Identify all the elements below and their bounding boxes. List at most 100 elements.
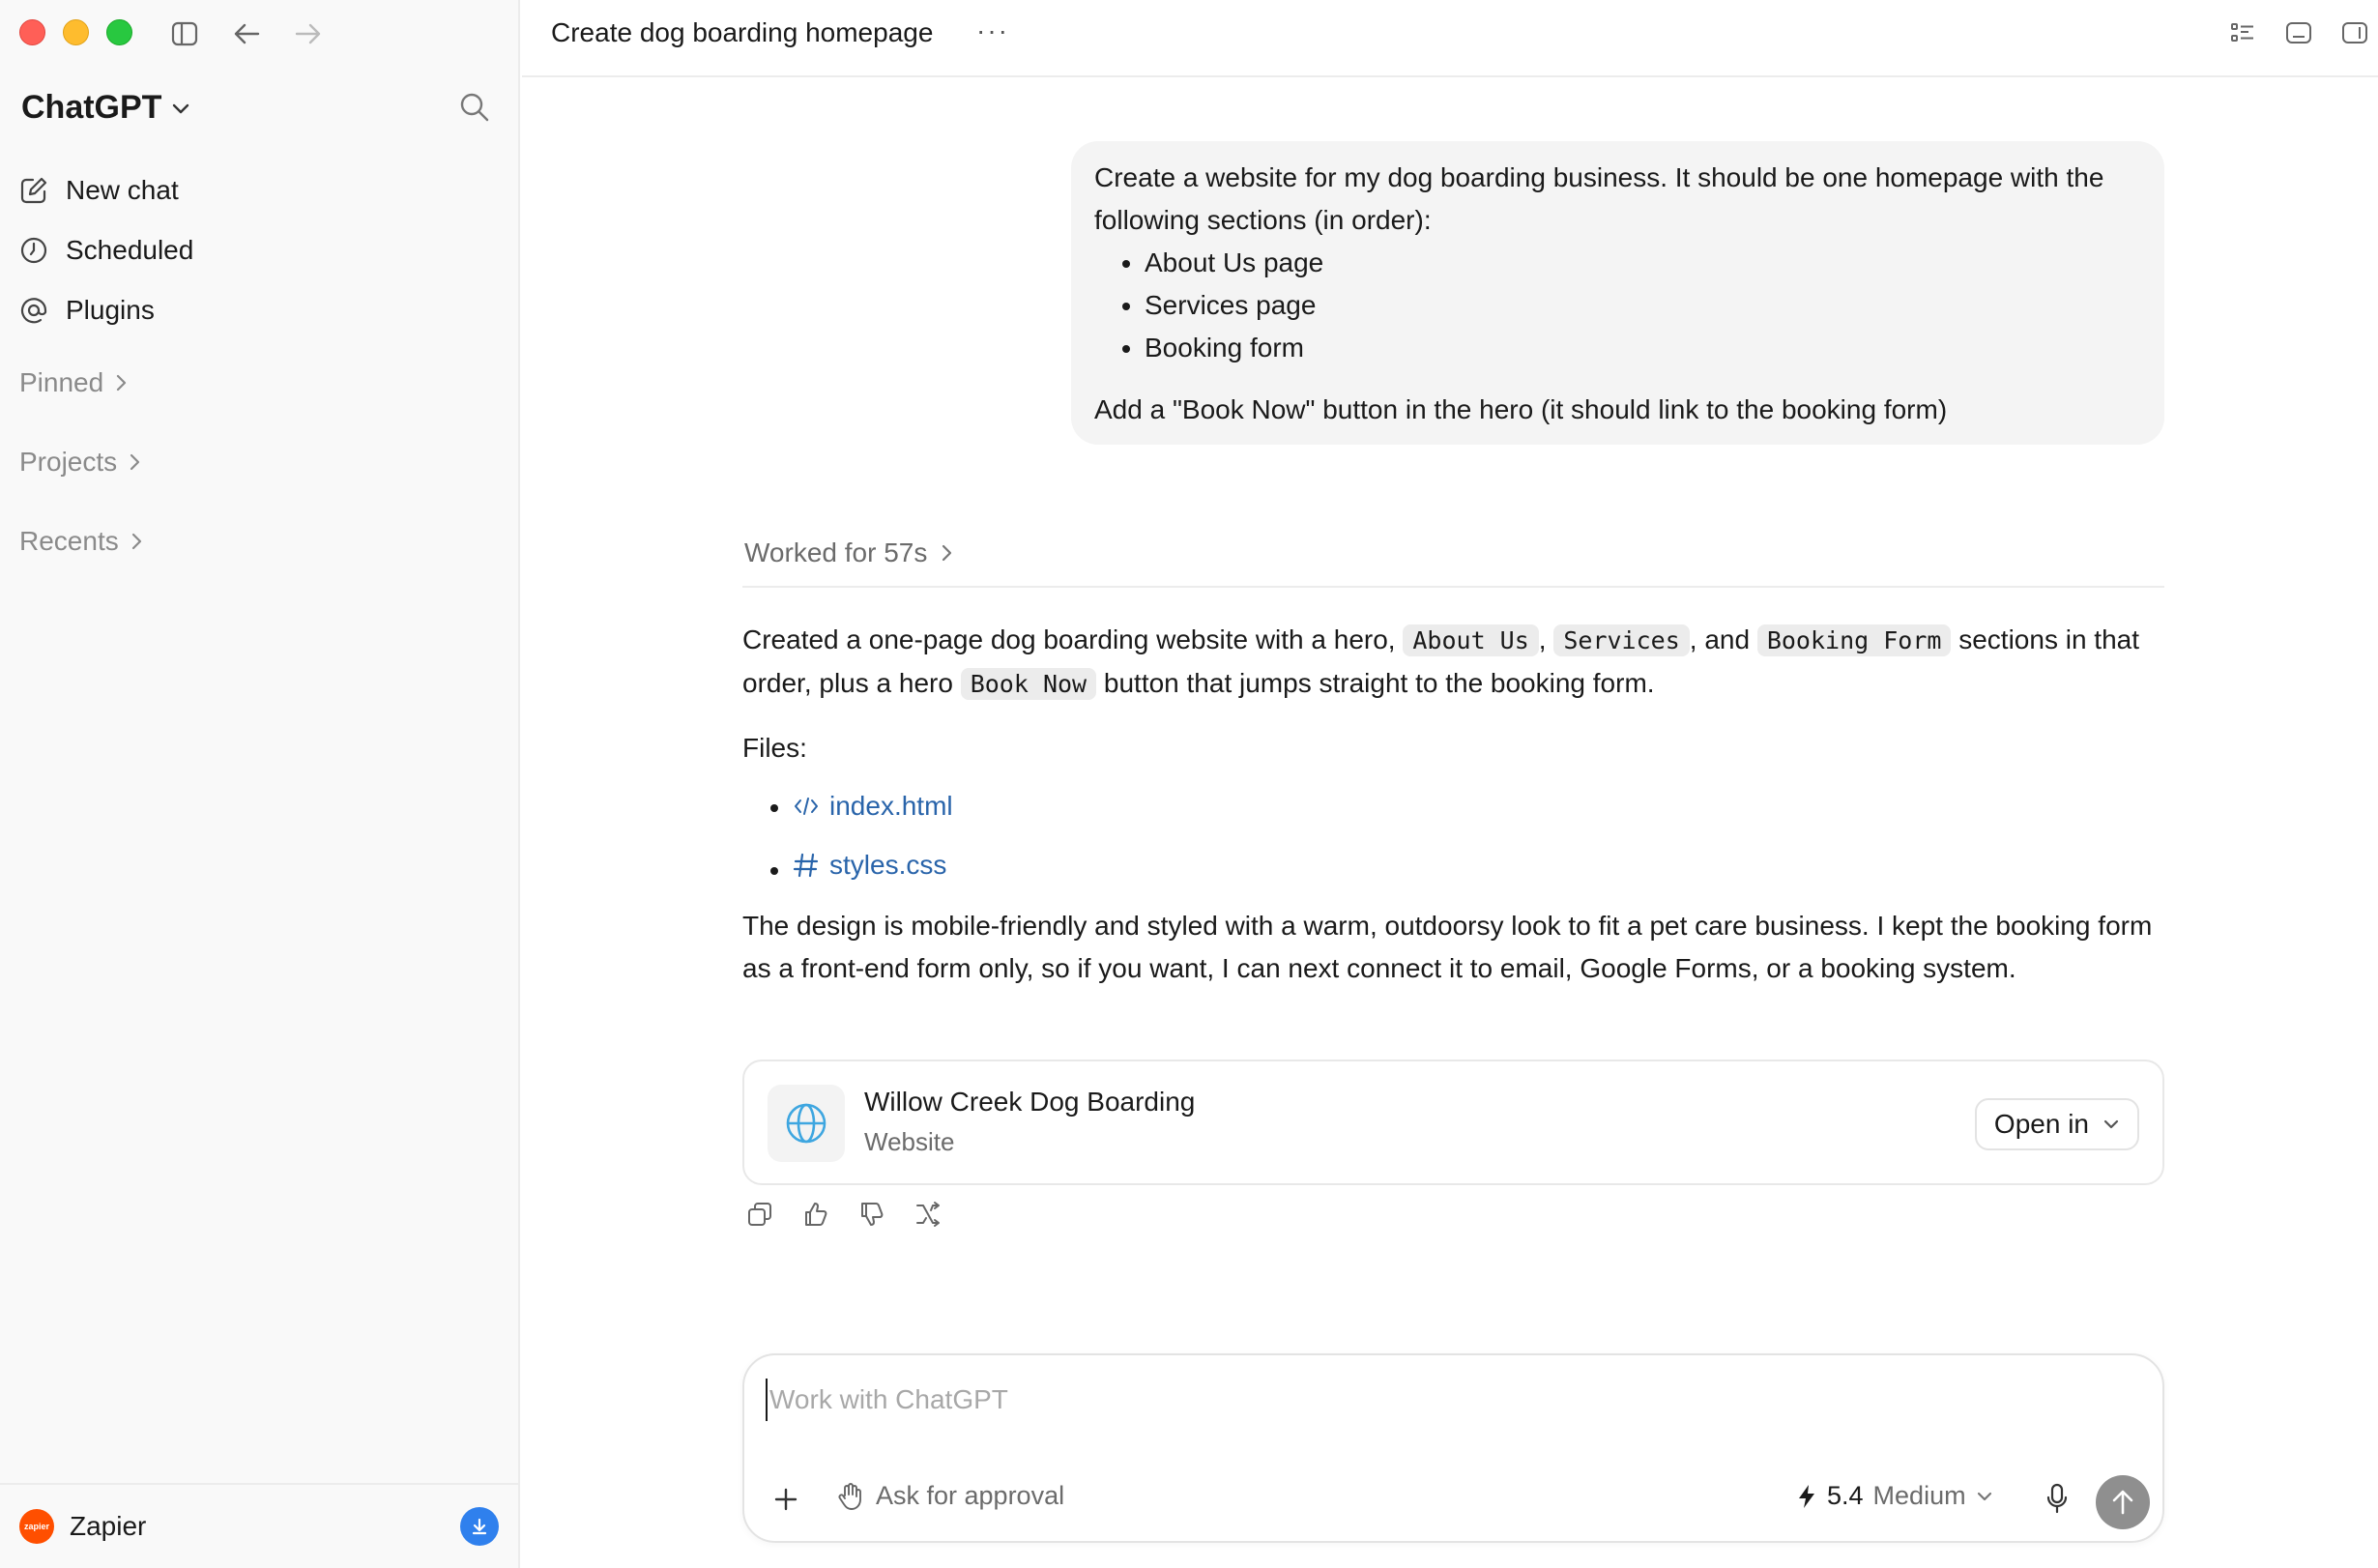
user-message-outro: Add a "Book Now" button in the hero (it …	[1094, 394, 1948, 424]
user-message-list: About Us page Services page Booking form	[1094, 242, 2141, 369]
sidebar-item-scheduled[interactable]: Scheduled	[19, 220, 503, 280]
list-item: About Us page	[1145, 242, 2141, 284]
hand-icon	[838, 1482, 861, 1510]
download-button[interactable]	[460, 1507, 499, 1546]
website-card[interactable]: Willow Creek Dog Boarding Website Open i…	[742, 1060, 2164, 1185]
globe-icon	[768, 1085, 845, 1162]
open-in-label: Open in	[1993, 1109, 2089, 1139]
plus-icon	[774, 1488, 798, 1511]
divider	[742, 586, 2164, 588]
text-span: , and	[1689, 624, 1757, 654]
share-button[interactable]	[913, 1199, 943, 1230]
thumbs-up-button[interactable]	[800, 1199, 831, 1230]
worked-label: Worked for 57s	[744, 537, 928, 567]
zapier-logo: zapier	[19, 1509, 54, 1544]
chevron-right-icon	[942, 544, 952, 562]
summary-paragraph: Created a one-page dog boarding website …	[742, 619, 2164, 706]
section-label: Pinned	[19, 367, 104, 397]
sidebar-item-label: Scheduled	[66, 235, 194, 265]
file-name: index.html	[829, 791, 953, 821]
sidebar: ChatGPT New chat Scheduled Plugins Pinne…	[0, 0, 520, 1568]
sidebar-item-label: Plugins	[66, 295, 155, 325]
design-paragraph: The design is mobile-friendly and styled…	[742, 911, 2153, 983]
list-item: Booking form	[1145, 327, 2141, 369]
more-options-button[interactable]: ···	[976, 15, 1009, 46]
add-attachment-button[interactable]	[769, 1483, 802, 1516]
workspace-footer: zapier Zapier	[0, 1483, 518, 1568]
list-item: index.html	[793, 785, 2164, 828]
chevron-down-icon	[2103, 1119, 2119, 1129]
approval-label: Ask for approval	[876, 1481, 1065, 1510]
thumbs-up-icon	[805, 1203, 827, 1226]
minimize-window-button[interactable]	[63, 19, 89, 45]
conversation-header: Create dog boarding homepage ···	[522, 0, 2378, 77]
section-projects[interactable]: Projects	[19, 447, 140, 478]
sidebar-item-label: New chat	[66, 175, 179, 205]
bottom-panel-icon[interactable]	[2285, 19, 2312, 46]
hash-icon	[793, 853, 819, 878]
zoom-window-button[interactable]	[106, 19, 132, 45]
toggle-sidebar-icon[interactable]	[168, 17, 201, 50]
forward-arrow-icon[interactable]	[292, 17, 325, 50]
share-icon	[916, 1202, 940, 1227]
files-label: Files:	[742, 733, 807, 763]
website-subtitle: Website	[864, 1127, 955, 1156]
checklist-icon[interactable]	[2229, 19, 2256, 46]
chevron-right-icon	[130, 453, 140, 471]
search-icon[interactable]	[458, 91, 493, 126]
inline-code: About Us	[1403, 624, 1539, 656]
section-label: Recents	[19, 526, 119, 556]
close-window-button[interactable]	[19, 19, 45, 45]
right-panel-icon[interactable]	[2341, 19, 2368, 46]
model-version: 5.4	[1827, 1481, 1864, 1510]
prompt-input[interactable]	[766, 1379, 2022, 1421]
sidebar-item-new-chat[interactable]: New chat	[19, 160, 503, 220]
website-title: Willow Creek Dog Boarding	[864, 1087, 1196, 1117]
assistant-response: Created a one-page dog boarding website …	[742, 619, 2164, 990]
chevron-down-icon	[1977, 1492, 1991, 1500]
microphone-button[interactable]	[2040, 1479, 2074, 1518]
sidebar-item-plugins[interactable]: Plugins	[19, 280, 503, 340]
model-effort: Medium	[1872, 1481, 1966, 1510]
arrow-up-icon	[2112, 1490, 2133, 1515]
code-file-icon	[795, 798, 818, 815]
sidebar-nav: New chat Scheduled Plugins	[19, 160, 503, 340]
model-selector[interactable]: 5.4 Medium	[1796, 1481, 1993, 1511]
chevron-right-icon	[117, 374, 127, 392]
chevron-down-icon	[173, 103, 189, 113]
copy-icon	[748, 1203, 771, 1226]
text-span: ,	[1538, 624, 1554, 654]
text-span: Created a one-page dog boarding website …	[742, 624, 1404, 654]
model-switcher[interactable]: ChatGPT	[21, 89, 190, 127]
file-list: index.html styles.css	[742, 785, 2164, 891]
send-button[interactable]	[2096, 1475, 2150, 1529]
list-item: Services page	[1145, 284, 2141, 327]
thumbs-down-icon	[861, 1203, 884, 1226]
lightning-icon	[1799, 1484, 1814, 1508]
file-link-index[interactable]: index.html	[793, 785, 953, 828]
header-actions	[2229, 19, 2368, 46]
back-arrow-icon[interactable]	[230, 17, 263, 50]
file-name: styles.css	[829, 850, 947, 880]
composer: Ask for approval 5.4 Medium	[742, 1353, 2164, 1543]
file-link-styles[interactable]: styles.css	[793, 844, 946, 886]
approval-mode-button[interactable]: Ask for approval	[837, 1481, 1064, 1511]
open-in-button[interactable]: Open in	[1974, 1098, 2139, 1150]
section-pinned[interactable]: Pinned	[19, 367, 127, 398]
at-icon	[20, 298, 47, 324]
clock-icon	[20, 237, 47, 264]
edit-icon	[20, 177, 47, 204]
brand-label: ChatGPT	[21, 89, 162, 126]
inline-code: Services	[1553, 624, 1690, 656]
workspace-name[interactable]: Zapier	[70, 1511, 146, 1542]
copy-button[interactable]	[744, 1199, 775, 1230]
thumbs-down-button[interactable]	[856, 1199, 887, 1230]
conversation-title: Create dog boarding homepage	[551, 17, 934, 47]
worked-for-toggle[interactable]: Worked for 57s	[744, 537, 952, 568]
chevron-right-icon	[131, 533, 141, 550]
inline-code: Booking Form	[1756, 624, 1952, 656]
microphone-icon	[2046, 1483, 2068, 1514]
section-recents[interactable]: Recents	[19, 526, 142, 557]
section-label: Projects	[19, 447, 118, 477]
window-controls	[19, 19, 132, 45]
